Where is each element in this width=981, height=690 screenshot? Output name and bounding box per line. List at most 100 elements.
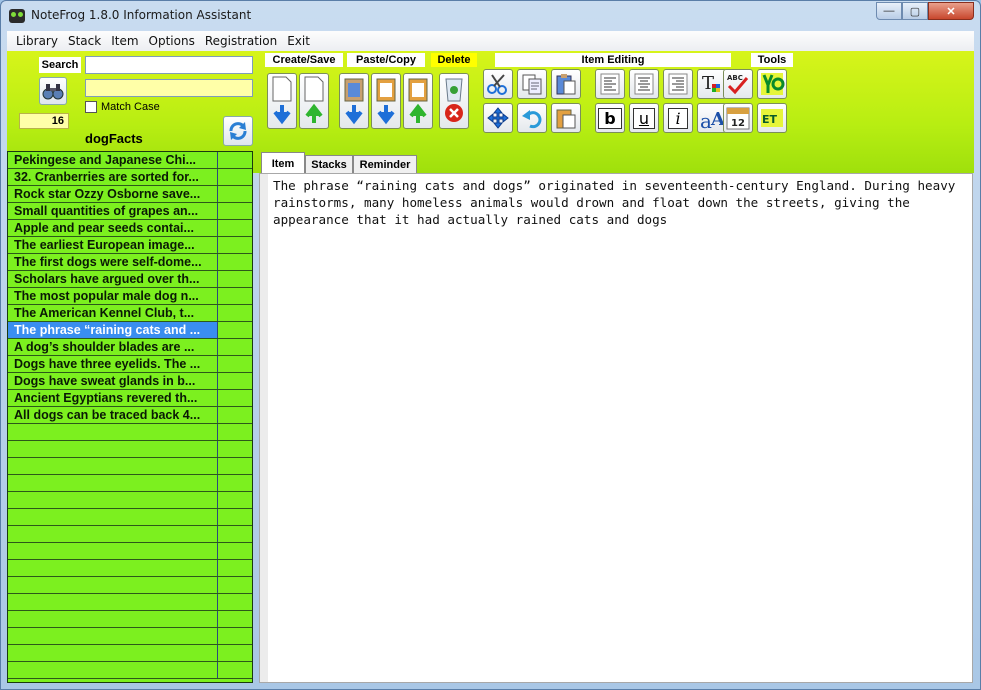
- match-case-checkbox[interactable]: [85, 101, 97, 113]
- new-item-button[interactable]: [267, 73, 297, 129]
- recycle-delete-icon: [445, 78, 463, 122]
- tools-logo-button[interactable]: [757, 69, 787, 99]
- align-right-button[interactable]: [663, 69, 693, 99]
- list-item[interactable]: [8, 594, 252, 611]
- list-item[interactable]: A dog’s shoulder blades are ...: [8, 339, 252, 356]
- close-button[interactable]: ✕: [928, 2, 974, 20]
- list-item[interactable]: Ancient Egyptians revered th...: [8, 390, 252, 407]
- paste-stack-button[interactable]: [339, 73, 369, 129]
- list-item[interactable]: [8, 543, 252, 560]
- list-item[interactable]: The most popular male dog n...: [8, 288, 252, 305]
- menu-options[interactable]: Options: [144, 34, 200, 48]
- tab-item[interactable]: Item: [261, 152, 305, 174]
- tab-reminder[interactable]: Reminder: [353, 155, 417, 173]
- tab-stacks[interactable]: Stacks: [305, 155, 353, 173]
- find-button[interactable]: [39, 77, 67, 105]
- list-item[interactable]: The first dogs were self-dome...: [8, 254, 252, 271]
- underline-label: u: [632, 107, 656, 129]
- list-item-title: Rock star Ozzy Osborne save...: [8, 186, 218, 202]
- copy-button[interactable]: [517, 69, 547, 99]
- list-item[interactable]: 32. Cranberries are sorted for...: [8, 169, 252, 186]
- item-text[interactable]: The phrase “raining cats and dogs” origi…: [273, 177, 963, 228]
- list-item[interactable]: [8, 577, 252, 594]
- minimize-button[interactable]: —: [876, 2, 902, 20]
- list-item-title: [8, 628, 218, 644]
- list-item[interactable]: Dogs have three eyelids. The ...: [8, 356, 252, 373]
- match-case-label: Match Case: [101, 101, 160, 113]
- menu-registration[interactable]: Registration: [200, 34, 282, 48]
- cut-button[interactable]: [483, 69, 513, 99]
- menu-library[interactable]: Library: [11, 34, 63, 48]
- list-item[interactable]: [8, 662, 252, 679]
- window-title: NoteFrog 1.8.0 Information Assistant: [31, 8, 252, 22]
- list-item-title: [8, 645, 218, 661]
- spellcheck-button[interactable]: ABC: [723, 69, 753, 99]
- list-item[interactable]: [8, 441, 252, 458]
- maximize-button[interactable]: ▢: [902, 2, 928, 20]
- list-item[interactable]: The American Kennel Club, t...: [8, 305, 252, 322]
- menu-stack[interactable]: Stack: [63, 34, 106, 48]
- list-item[interactable]: The earliest European image...: [8, 237, 252, 254]
- list-item-title: Dogs have three eyelids. The ...: [8, 356, 218, 372]
- item-editor[interactable]: The phrase “raining cats and dogs” origi…: [259, 173, 973, 683]
- clipboard-icon: [556, 109, 576, 129]
- item-count: 16: [19, 113, 69, 129]
- calendar-icon: 12: [726, 107, 750, 130]
- align-left-button[interactable]: [595, 69, 625, 99]
- list-item[interactable]: [8, 475, 252, 492]
- save-item-button[interactable]: [299, 73, 329, 129]
- list-item-title: All dogs can be traced back 4...: [8, 407, 218, 423]
- list-item[interactable]: [8, 645, 252, 662]
- et-tool-button[interactable]: ET: [757, 103, 787, 133]
- svg-text:ET: ET: [762, 113, 778, 126]
- search-input[interactable]: [85, 56, 253, 74]
- list-item[interactable]: [8, 628, 252, 645]
- search-label: Search: [39, 57, 81, 73]
- copy-item-button[interactable]: [403, 73, 433, 129]
- bold-button[interactable]: b: [595, 103, 625, 133]
- delete-item-button[interactable]: [439, 73, 469, 129]
- list-item[interactable]: Scholars have argued over th...: [8, 271, 252, 288]
- list-item[interactable]: Pekingese and Japanese Chi...: [8, 152, 252, 169]
- paste-button[interactable]: [551, 69, 581, 99]
- list-item[interactable]: [8, 492, 252, 509]
- menu-exit[interactable]: Exit: [282, 34, 315, 48]
- list-item[interactable]: The phrase “raining cats and ...: [8, 322, 252, 339]
- list-item[interactable]: [8, 509, 252, 526]
- list-item[interactable]: Rock star Ozzy Osborne save...: [8, 186, 252, 203]
- list-item[interactable]: All dogs can be traced back 4...: [8, 407, 252, 424]
- title-bar: NoteFrog 1.8.0 Information Assistant — ▢…: [1, 1, 980, 31]
- list-item[interactable]: [8, 611, 252, 628]
- list-item[interactable]: [8, 458, 252, 475]
- window-controls: — ▢ ✕: [876, 2, 974, 20]
- underline-button[interactable]: u: [629, 103, 659, 133]
- refresh-button[interactable]: [223, 116, 253, 146]
- list-item[interactable]: Small quantities of grapes an...: [8, 203, 252, 220]
- align-center-button[interactable]: [629, 69, 659, 99]
- list-item-title: [8, 543, 218, 559]
- move-arrows-icon: [487, 107, 509, 129]
- list-item-title: Dogs have sweat glands in b...: [8, 373, 218, 389]
- delete-label: Delete: [431, 53, 477, 67]
- spellcheck-icon: ABC: [727, 74, 749, 95]
- match-case-option[interactable]: Match Case: [85, 101, 160, 113]
- list-item-title: Pekingese and Japanese Chi...: [8, 152, 218, 168]
- list-item[interactable]: Dogs have sweat glands in b...: [8, 373, 252, 390]
- move-item-button[interactable]: [483, 103, 513, 133]
- paste-special-button[interactable]: [551, 103, 581, 133]
- italic-button[interactable]: i: [663, 103, 693, 133]
- search-secondary-field[interactable]: [85, 79, 253, 97]
- list-item[interactable]: [8, 424, 252, 441]
- list-item[interactable]: [8, 560, 252, 577]
- bold-label: b: [598, 107, 622, 129]
- undo-button[interactable]: [517, 103, 547, 133]
- svg-text:ABC: ABC: [727, 74, 743, 82]
- create-save-label: Create/Save: [265, 53, 343, 67]
- menu-item[interactable]: Item: [106, 34, 143, 48]
- app-window: NoteFrog 1.8.0 Information Assistant — ▢…: [0, 0, 981, 690]
- list-item-title: [8, 560, 218, 576]
- calendar-button[interactable]: 12: [723, 103, 753, 133]
- list-item[interactable]: [8, 526, 252, 543]
- paste-item-button[interactable]: [371, 73, 401, 129]
- list-item[interactable]: Apple and pear seeds contai...: [8, 220, 252, 237]
